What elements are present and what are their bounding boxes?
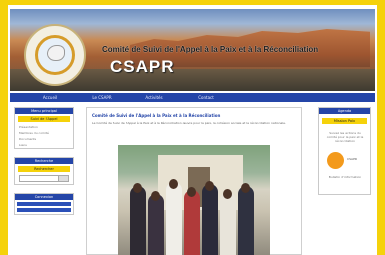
peace-badge-icon[interactable] [327, 152, 344, 169]
photo-person [184, 190, 200, 255]
agenda-text: Suivez les actions du comité pour la pai… [326, 131, 364, 143]
nav-item-contact[interactable]: Contact [180, 93, 232, 102]
photo-person [220, 192, 236, 255]
photo-person-head [151, 191, 160, 201]
search-input[interactable] [20, 176, 58, 181]
main-nav: Accueil Le CSAPR Activités Contact [10, 93, 375, 102]
right-sidebar: Agenda Mission Paix Suivez les actions d… [318, 107, 371, 195]
nav-item-home[interactable]: Accueil [24, 93, 76, 102]
site-abbreviation: CSAPR [110, 57, 175, 76]
article-intro: Le Comité de Suivi de l'Appel à la Paix … [92, 121, 286, 125]
photo-person-head [223, 189, 232, 199]
menu-panel: Menu principal Suivi de l'Appel Présenta… [14, 107, 74, 149]
photo-person [130, 186, 146, 255]
search-button[interactable] [58, 176, 68, 181]
search-panel-heading: Recherche [15, 158, 73, 164]
menu-link[interactable]: Liens [15, 142, 73, 148]
agenda-panel-subheading: Mission Paix [322, 118, 367, 124]
search-panel: Recherche Rechercher [14, 157, 74, 185]
login-field[interactable] [17, 202, 71, 206]
nav-item-about[interactable]: Le CSAPR [76, 93, 128, 102]
agenda-panel: Agenda Mission Paix Suivez les actions d… [318, 107, 371, 195]
photo-person-head [205, 181, 214, 191]
login-panel: Connexion [14, 193, 74, 215]
site-logo[interactable] [24, 24, 86, 86]
photo-person-head [187, 187, 196, 197]
login-field[interactable] [17, 208, 71, 212]
photo-person [238, 186, 254, 255]
search-panel-subheading: Rechercher [18, 166, 70, 172]
dove-icon [48, 46, 64, 60]
nav-item-activities[interactable]: Activités [128, 93, 180, 102]
agenda-panel-heading: Agenda [319, 108, 370, 114]
badge-label: CSAPR [347, 157, 358, 161]
photo-person-head [133, 183, 142, 193]
newsletter-link[interactable]: Bulletin d'information [326, 175, 364, 179]
photo-person-head [169, 179, 178, 189]
login-panel-heading: Connexion [15, 194, 73, 200]
menu-panel-subheading: Suivi de l'Appel [18, 116, 70, 122]
photo-person [148, 194, 164, 255]
left-sidebar: Menu principal Suivi de l'Appel Présenta… [14, 107, 74, 223]
main-content: Comité de Suivi de l'Appel à la Paix et … [86, 107, 302, 255]
search-box [19, 175, 69, 182]
photo-person-head [241, 183, 250, 193]
group-photo [118, 145, 270, 255]
article-title[interactable]: Comité de Suivi de l'Appel à la Paix et … [87, 108, 301, 120]
photo-person [202, 184, 218, 255]
site-banner: Comité de Suivi de l'Appel à la Paix et … [10, 9, 375, 91]
site-title: Comité de Suivi de l'Appel à la Paix et … [102, 45, 319, 54]
menu-panel-heading: Menu principal [15, 108, 73, 114]
photo-person [166, 182, 182, 255]
